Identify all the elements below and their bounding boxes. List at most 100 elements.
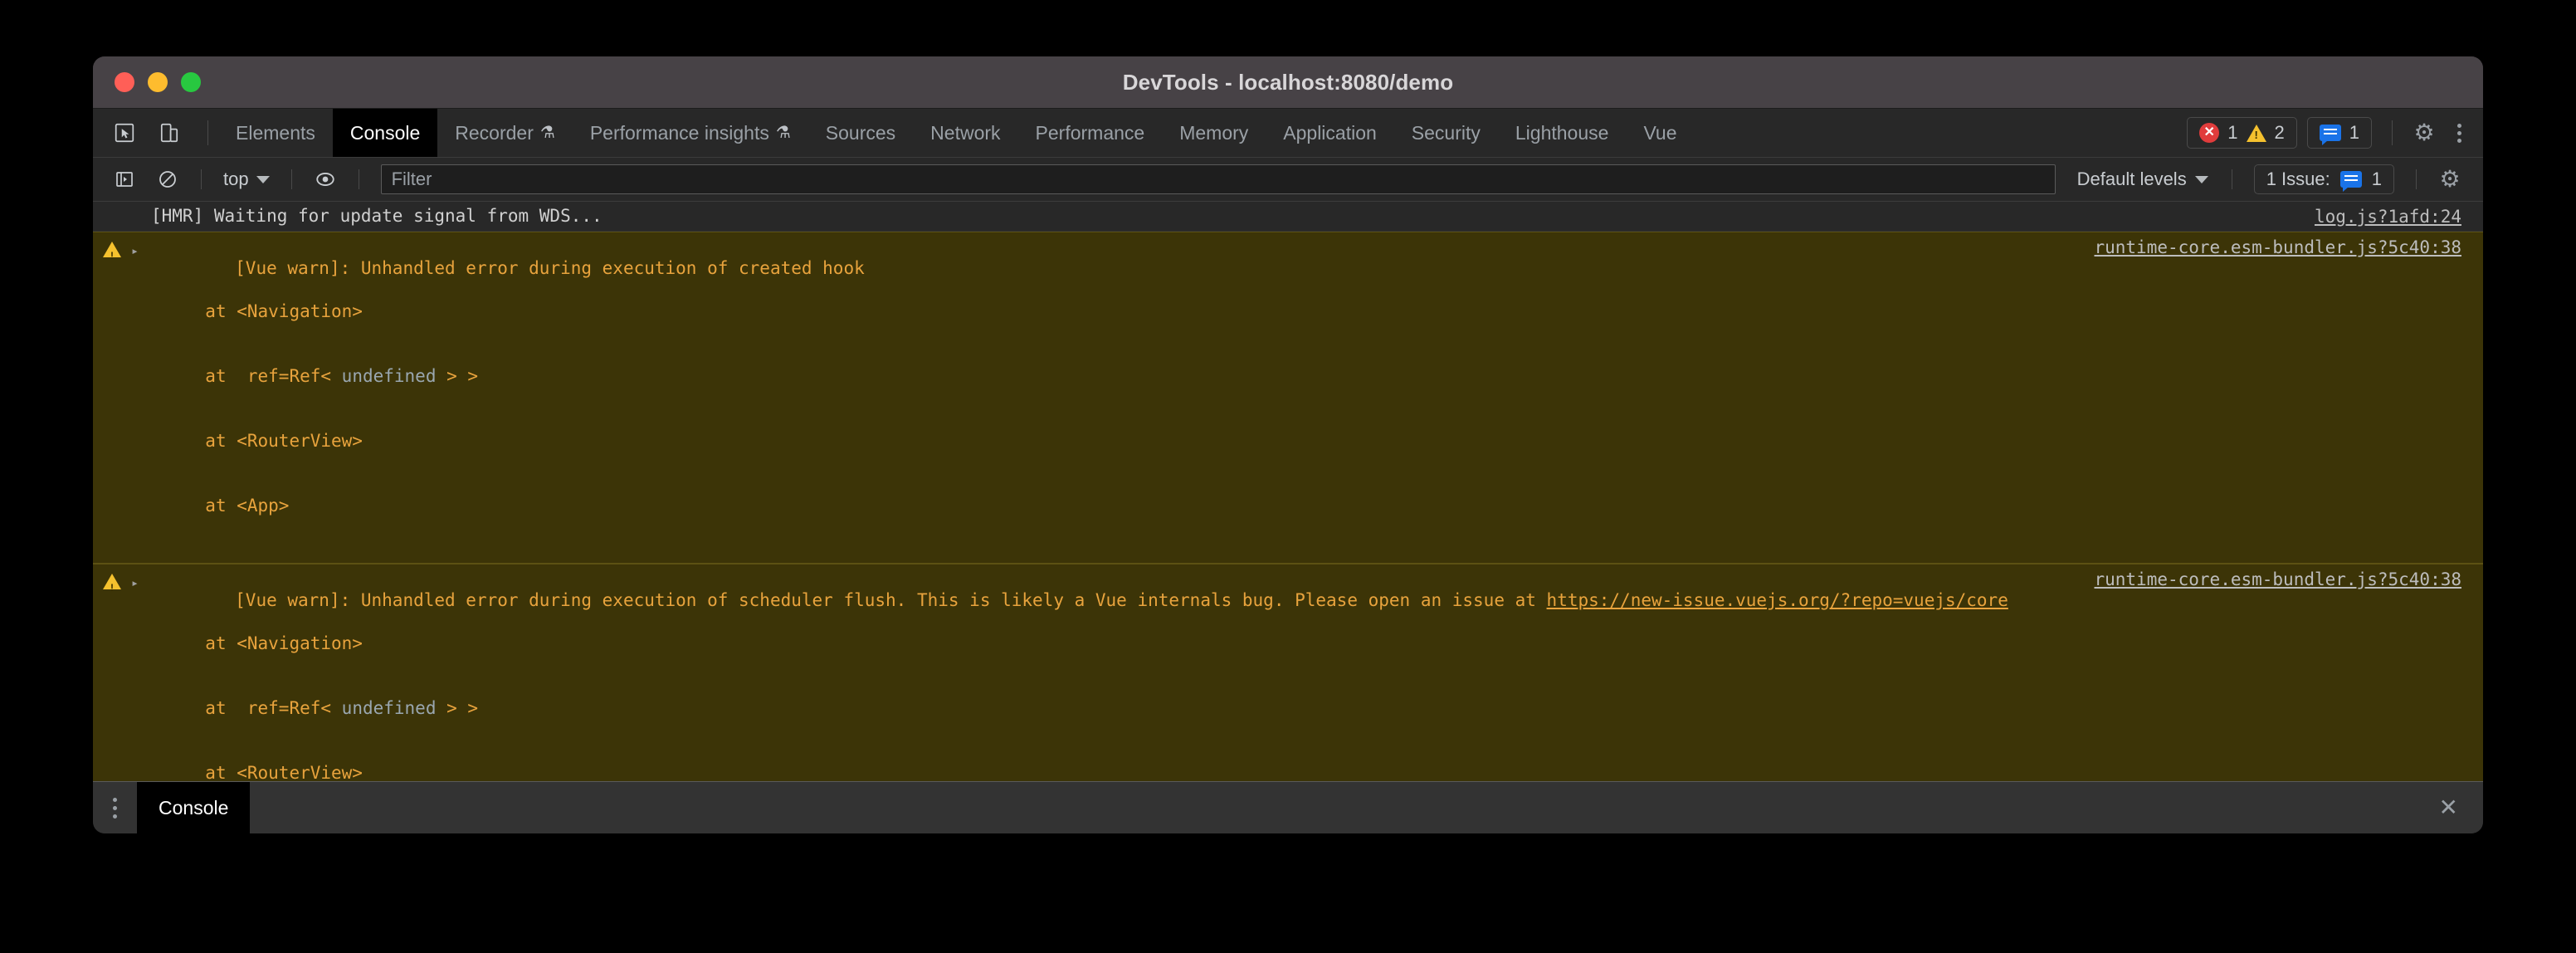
drawer-tab-console[interactable]: Console [137,782,251,833]
chevron-down-icon [2194,175,2208,183]
console-message-warning[interactable]: ▸ [Vue warn]: Unhandled error during exe… [93,232,2483,564]
console-toolbar: top Default levels 1 Issue: 1 ⚙ [93,158,2483,202]
tabbar-divider [207,120,208,145]
flask-icon: ⚗ [539,124,555,142]
console-toolbar-divider-1 [201,169,202,189]
devtools-tab-list: Elements Console Recorder ⚗ Performance … [218,109,2187,157]
console-message-info[interactable]: [HMR] Waiting for update signal from WDS… [93,202,2483,232]
console-toolbar-divider-2 [290,169,292,189]
tab-elements[interactable]: Elements [218,109,333,157]
devtools-drawer: Console ✕ [93,781,2483,833]
console-settings-gear-icon[interactable]: ⚙ [2430,159,2470,199]
tabbar-left-icons [105,109,198,157]
stack-line: at <Navigation> [184,301,363,321]
tabbar-right-divider [2392,120,2393,145]
disclosure-spacer [131,205,151,209]
tab-performance[interactable]: Performance [1018,109,1163,157]
console-toolbar-divider-5 [2416,169,2417,189]
issue-message-icon [2339,171,2362,192]
stack-line: at <App> [184,496,290,516]
chevron-down-icon [256,175,270,183]
console-filter-input[interactable] [380,164,2056,194]
disclosure-triangle-icon[interactable]: ▸ [131,236,151,261]
console-message-warning[interactable]: ▸ [Vue warn]: Unhandled error during exe… [93,564,2483,781]
inspect-element-icon[interactable] [105,113,144,153]
gear-icon[interactable]: ⚙ [2404,113,2444,153]
tab-recorder[interactable]: Recorder ⚗ [437,109,573,157]
log-level-selector[interactable]: Default levels [2067,169,2218,190]
tab-label: Vue [1643,121,1677,144]
disclosure-triangle-icon[interactable]: ▸ [131,568,151,594]
tab-lighthouse[interactable]: Lighthouse [1498,109,1627,157]
tab-label: Recorder [455,121,534,144]
tab-performance-insights[interactable]: Performance insights ⚗ [573,109,808,157]
tab-label: Application [1283,121,1377,144]
warning-count: 2 [2274,122,2285,143]
tab-network[interactable]: Network [913,109,1017,157]
error-count: 1 [2227,122,2238,143]
warning-triangle-icon [2246,124,2266,142]
message-body: [Vue warn]: Unhandled error during execu… [151,236,2094,560]
warning-triangle-icon [103,574,121,599]
undefined-token: undefined [341,366,437,386]
stack-line: at <RouterView> [184,431,363,451]
tab-label: Elements [236,121,315,144]
tab-label: Lighthouse [1515,121,1609,144]
stack-line: at <RouterView> [184,763,363,781]
kebab-menu-icon[interactable] [2446,123,2473,143]
tab-label: Security [1411,121,1481,144]
minimize-window-button[interactable] [148,72,168,92]
warning-triangle-icon [103,242,121,266]
close-icon[interactable]: ✕ [2414,782,2483,833]
console-sidebar-icon[interactable] [105,159,144,199]
drawer-kebab-icon[interactable] [93,782,137,833]
execution-context-selector[interactable]: top [215,169,278,190]
tab-application[interactable]: Application [1266,109,1394,157]
issues-label: 1 Issue: [2266,169,2330,189]
undefined-token: undefined [341,698,437,718]
message-icon-gutter [93,236,131,266]
drawer-spacer [250,782,2413,833]
live-expression-eye-icon[interactable] [305,159,345,199]
devtools-tabbar: Elements Console Recorder ⚗ Performance … [93,109,2483,158]
source-link[interactable]: log.js?1afd:24 [2315,205,2483,227]
flask-icon: ⚗ [775,124,791,142]
tab-console[interactable]: Console [332,109,438,157]
device-toolbar-icon[interactable] [149,113,189,153]
log-level-label: Default levels [2076,169,2187,189]
tab-label: Memory [1179,121,1249,144]
issues-counter[interactable]: 1 [2306,117,2372,149]
console-message-list[interactable]: [HMR] Waiting for update signal from WDS… [93,202,2483,781]
tab-memory[interactable]: Memory [1162,109,1266,157]
error-circle-icon: ✕ [2199,123,2220,143]
message-icon-gutter [93,205,131,208]
window-titlebar: DevTools - localhost:8080/demo [93,56,2483,109]
maximize-window-button[interactable] [181,72,201,92]
issues-count: 1 [2371,169,2382,189]
source-link[interactable]: runtime-core.esm-bundler.js?5c40:38 [2094,568,2483,590]
issues-badge[interactable]: 1 Issue: 1 [2253,164,2394,194]
tab-security[interactable]: Security [1394,109,1498,157]
message-icon-gutter [93,568,131,599]
message-body: [Vue warn]: Unhandled error during execu… [151,568,2094,781]
tabbar-status-area: ✕ 1 2 1 ⚙ [2187,109,2483,157]
window-traffic-lights [115,72,201,92]
close-window-button[interactable] [115,72,134,92]
source-link[interactable]: runtime-core.esm-bundler.js?5c40:38 [2094,236,2483,258]
vue-issue-link[interactable]: https://new-issue.vuejs.org/?repo=vuejs/… [1547,590,2008,610]
execution-context-label: top [223,169,249,189]
clear-console-icon[interactable] [148,159,188,199]
tab-sources[interactable]: Sources [808,109,913,157]
drawer-tab-label: Console [159,796,229,819]
tab-label: Sources [825,121,896,144]
issue-message-icon [2319,125,2341,145]
message-text: [Vue warn]: Unhandled error during execu… [235,590,1547,610]
message-text: [Vue warn]: Unhandled error during execu… [235,258,865,278]
stack-line: at <Navigation> [184,633,363,653]
stack-line: at ref=Ref< undefined > > [184,366,479,386]
tab-label: Performance [1035,121,1145,144]
tab-vue[interactable]: Vue [1626,109,1694,157]
tab-label: Network [930,121,1001,144]
stack-line: at ref=Ref< undefined > > [184,698,479,718]
error-warning-counter[interactable]: ✕ 1 2 [2187,117,2297,149]
